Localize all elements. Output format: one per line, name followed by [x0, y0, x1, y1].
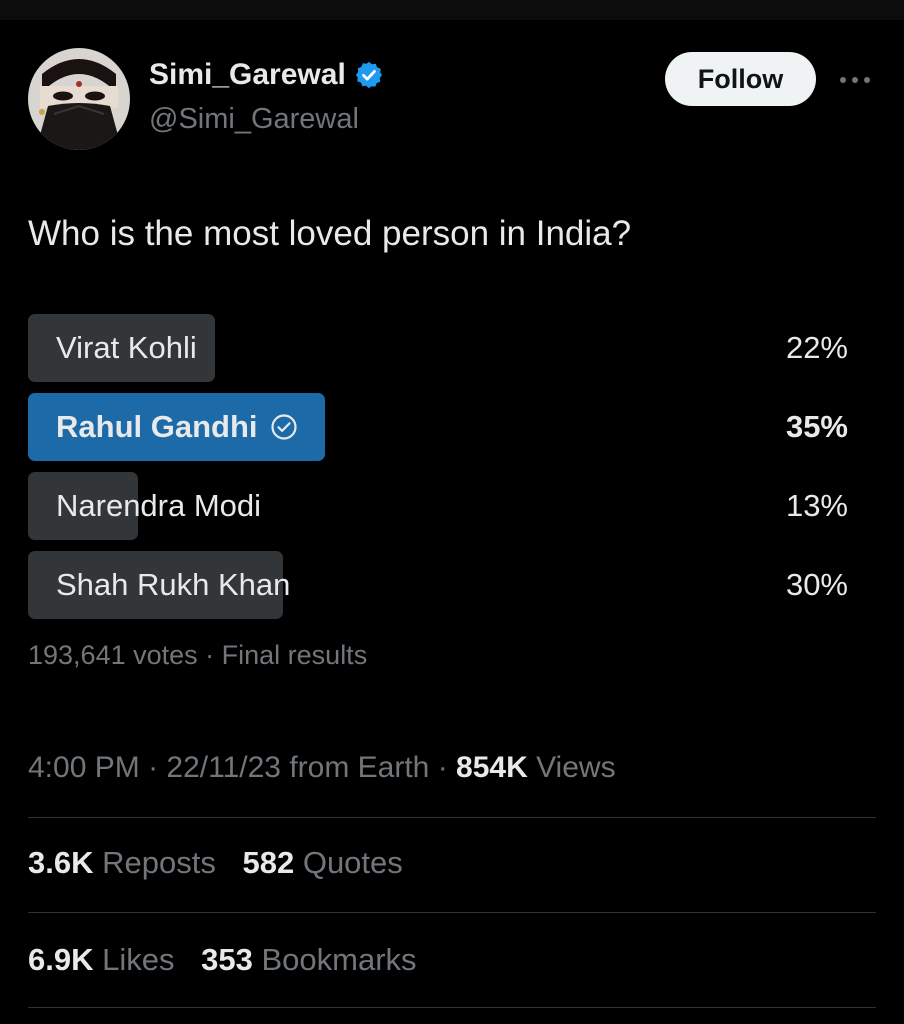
- views-count: 854K: [456, 751, 528, 784]
- poll-option-percent: 30%: [785, 567, 848, 602]
- tweet-source: from Earth: [289, 751, 430, 784]
- tweet-time[interactable]: 4:00 PM: [28, 751, 140, 784]
- divider: [28, 912, 876, 913]
- engagement-row-reposts: 3.6K Reposts 582 Quotes: [28, 845, 421, 881]
- bookmarks-link[interactable]: 353 Bookmarks: [201, 942, 416, 978]
- poll-option-text: Virat Kohli: [56, 330, 197, 365]
- poll-option-text: Rahul Gandhi: [56, 409, 258, 444]
- poll-option-winner: Rahul Gandhi 35%: [28, 393, 848, 461]
- poll-option-percent: 35%: [785, 409, 848, 444]
- quotes-label: Quotes: [302, 845, 403, 880]
- poll-option-percent: 13%: [785, 488, 848, 523]
- poll-option-text: Narendra Modi: [56, 488, 262, 523]
- poll-option-text: Shah Rukh Khan: [56, 567, 291, 602]
- reposts-count: 3.6K: [28, 845, 94, 880]
- poll-option-percent: 22%: [785, 330, 848, 365]
- poll-votes: 193,641 votes: [28, 640, 198, 670]
- verified-badge-icon: [354, 60, 384, 90]
- more-horizontal-icon[interactable]: [835, 60, 875, 100]
- tweet-timestamp: 4:00 PM · 22/11/23 from Earth · 854K Vie…: [28, 751, 616, 784]
- bookmarks-label: Bookmarks: [261, 942, 417, 977]
- status-bar-strip: [0, 0, 904, 20]
- avatar[interactable]: [28, 48, 130, 150]
- quotes-count: 582: [242, 845, 295, 880]
- tweet-date[interactable]: 22/11/23: [166, 751, 281, 784]
- poll-option: Shah Rukh Khan 30%: [28, 551, 848, 619]
- poll-option-label: Shah Rukh Khan: [56, 551, 290, 619]
- poll-question: Who is the most loved person in India?: [28, 214, 632, 253]
- quotes-link[interactable]: 582 Quotes: [242, 845, 402, 881]
- check-circle-icon: [270, 413, 298, 441]
- poll-option-label: Virat Kohli: [56, 314, 197, 382]
- poll-option-label: Rahul Gandhi: [56, 393, 298, 461]
- likes-count: 6.9K: [28, 942, 94, 977]
- engagement-row-likes: 6.9K Likes 353 Bookmarks: [28, 942, 435, 978]
- views-label: Views: [536, 751, 616, 784]
- poll-option: Narendra Modi 13%: [28, 472, 848, 540]
- reposts-label: Reposts: [102, 845, 216, 880]
- likes-label: Likes: [102, 942, 175, 977]
- bookmarks-count: 353: [201, 942, 253, 977]
- author-handle[interactable]: @Simi_Garewal: [149, 103, 359, 136]
- author-name[interactable]: Simi_Garewal: [149, 58, 384, 92]
- poll-option-label: Narendra Modi: [56, 472, 261, 540]
- reposts-link[interactable]: 3.6K Reposts: [28, 845, 216, 881]
- divider: [28, 817, 876, 818]
- likes-link[interactable]: 6.9K Likes: [28, 942, 174, 978]
- poll-status: Final results: [221, 640, 368, 670]
- poll-summary: 193,641 votes · Final results: [28, 640, 368, 670]
- poll-option: Virat Kohli 22%: [28, 314, 848, 382]
- follow-button[interactable]: Follow: [665, 52, 816, 106]
- author-display-name[interactable]: Simi_Garewal: [149, 58, 346, 92]
- divider: [28, 1007, 876, 1008]
